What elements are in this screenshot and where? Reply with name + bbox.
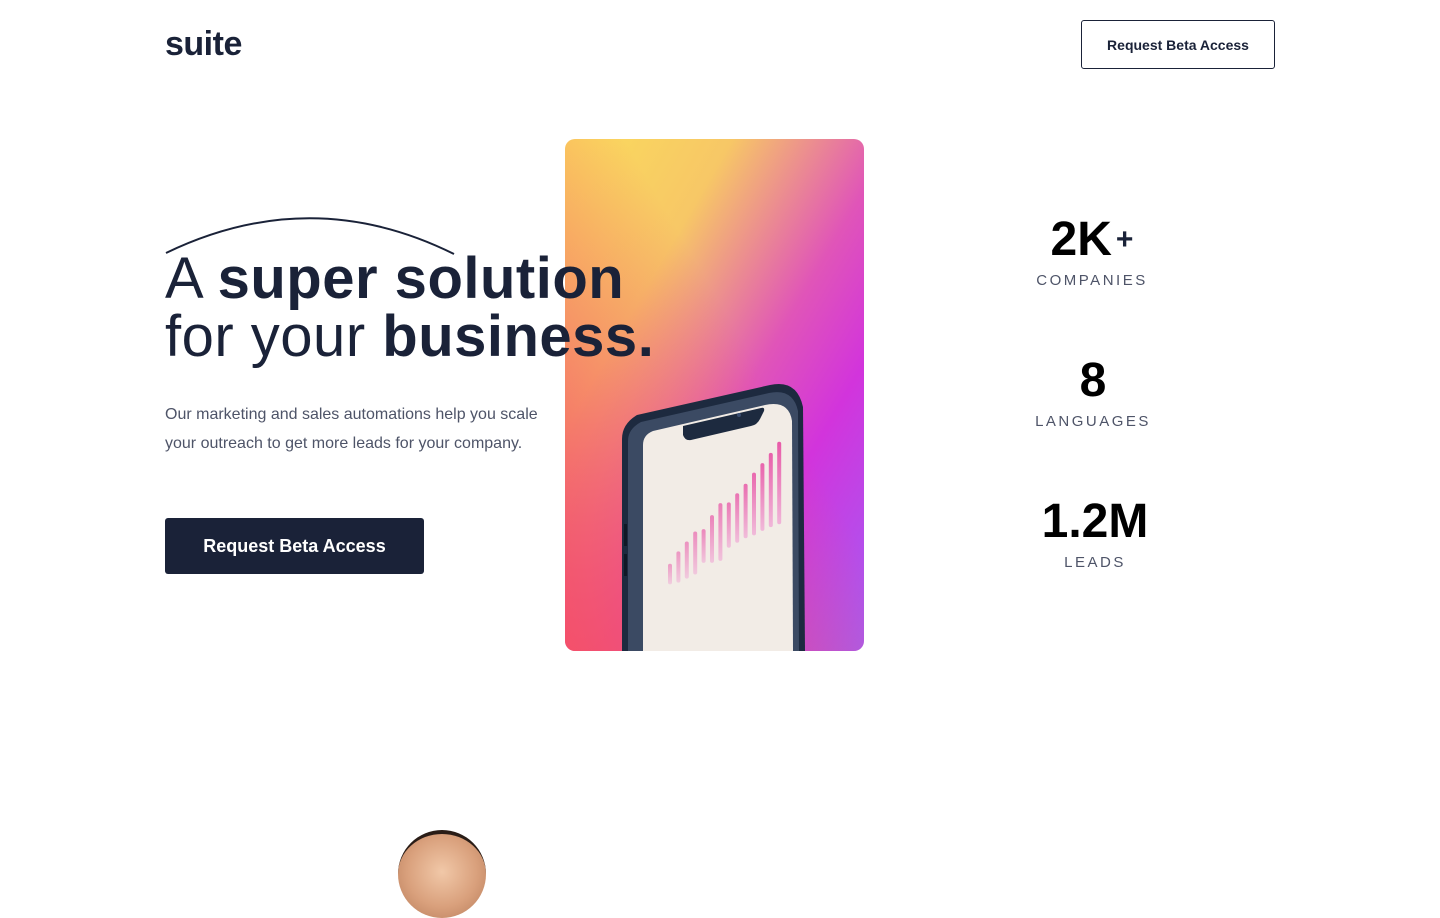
- plus-icon: +: [1115, 223, 1134, 256]
- stat-label: LANGUAGES: [1035, 413, 1151, 430]
- chart-bar: [718, 503, 723, 561]
- phone-illustration: [565, 139, 864, 651]
- nav-request-beta-button[interactable]: Request Beta Access: [1081, 20, 1275, 69]
- hero-image-card: [565, 139, 864, 651]
- chart-bar: [777, 441, 782, 525]
- hero-headline: A super solution for your business.: [165, 250, 654, 366]
- headline-bold-1: super solution: [217, 246, 625, 311]
- chart-bar: [735, 493, 740, 543]
- chart-bar: [768, 452, 773, 528]
- stat-leads: 1.2M LEADS: [1015, 495, 1175, 572]
- chart-bar: [752, 472, 756, 536]
- testimonial-avatar: [398, 830, 486, 918]
- chart-bar: [710, 515, 714, 563]
- stat-value: 8: [1079, 354, 1107, 407]
- headline-regular-2: for your: [165, 304, 366, 369]
- chart-bar: [760, 463, 765, 531]
- chart-bar: [743, 483, 748, 539]
- chart-bar: [726, 502, 731, 548]
- stat-languages: 8 LANGUAGES: [1013, 354, 1173, 431]
- chart-bar: [684, 541, 689, 579]
- stat-value: 1.2M: [1041, 495, 1149, 548]
- suite-logo[interactable]: suite: [165, 24, 242, 64]
- chart-bar: [693, 531, 698, 575]
- chart-bar: [701, 529, 706, 563]
- headline-regular-1: A: [165, 246, 201, 311]
- stat-label: COMPANIES: [1036, 272, 1148, 289]
- hero-request-beta-button[interactable]: Request Beta Access: [165, 518, 424, 574]
- chart-bar: [668, 563, 672, 585]
- headline-bold-2: business.: [382, 304, 655, 369]
- chart-bar: [676, 551, 681, 583]
- hero-description: Our marketing and sales automations help…: [165, 406, 538, 452]
- stat-companies: 2K + COMPANIES: [1012, 213, 1172, 290]
- stat-label: LEADS: [1064, 554, 1126, 571]
- stat-value: 2K +: [1050, 213, 1134, 266]
